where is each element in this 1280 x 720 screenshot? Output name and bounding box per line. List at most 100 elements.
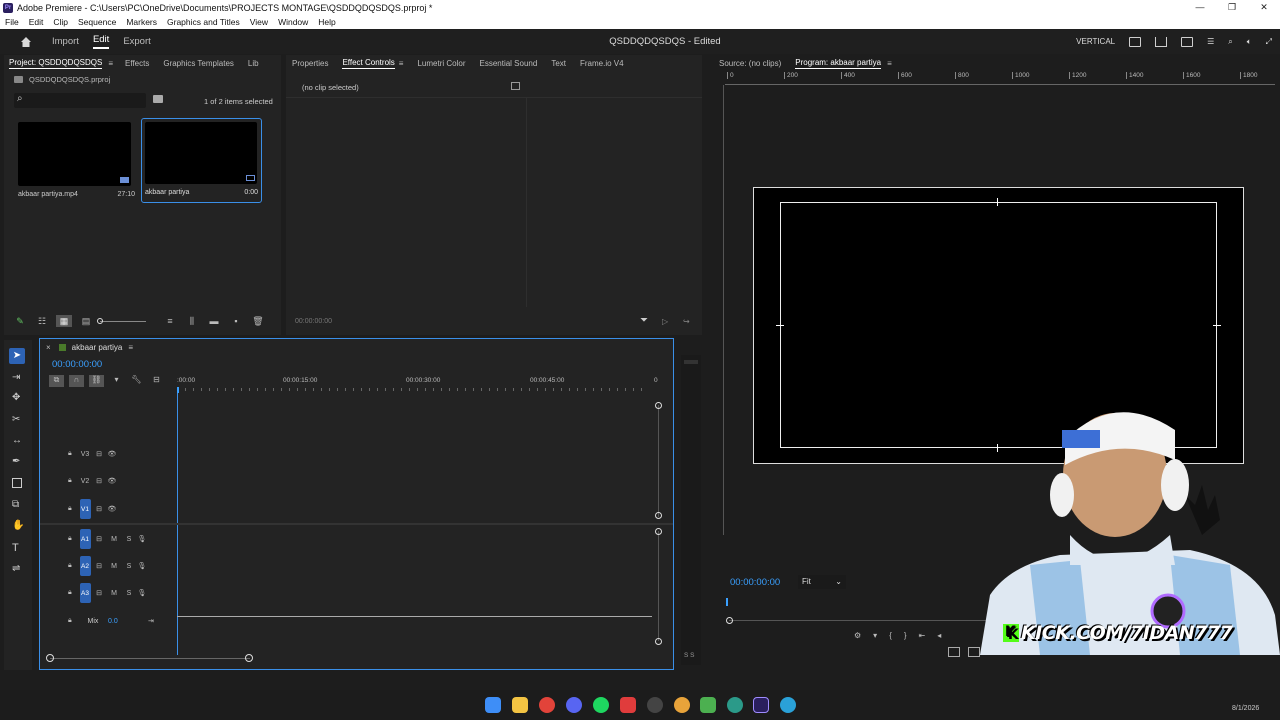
bin-icon[interactable]: ▬ xyxy=(206,315,222,327)
go-to-in-icon[interactable]: ⇤ xyxy=(919,631,926,640)
steam-icon[interactable] xyxy=(647,697,663,713)
app-icon[interactable] xyxy=(620,697,636,713)
eye-icon[interactable]: 👁︎ xyxy=(106,477,118,485)
list-view-icon[interactable]: ☷ xyxy=(34,315,50,327)
terminal-icon[interactable] xyxy=(700,697,716,713)
tab-import[interactable]: Import xyxy=(52,36,79,47)
mark-out-icon[interactable]: } xyxy=(904,631,907,640)
track-label[interactable]: A3 xyxy=(79,583,91,603)
sync-lock-icon[interactable]: ⊟ xyxy=(92,562,106,570)
track-select-tool-icon[interactable]: ⇥ xyxy=(12,372,20,383)
add-marker-icon[interactable]: ▾ xyxy=(109,375,124,387)
mic-icon[interactable]: 🎙︎ xyxy=(136,589,148,597)
fit-select[interactable]: Fit ⌄ xyxy=(798,575,846,589)
menu-window[interactable]: Window xyxy=(278,17,308,27)
lock-icon[interactable]: 🔒︎ xyxy=(68,535,78,543)
go-to-end-icon[interactable]: ⇥ xyxy=(148,617,154,625)
share-icon[interactable] xyxy=(1155,36,1168,47)
new-item-icon[interactable]: ▪ xyxy=(228,315,244,327)
captions-icon[interactable]: ⊟ xyxy=(149,375,164,387)
menu-view[interactable]: View xyxy=(250,17,268,27)
menu-lines-icon[interactable]: ☰ xyxy=(1207,37,1214,46)
eye-icon[interactable]: 👁︎ xyxy=(106,450,118,458)
tab-edit[interactable]: Edit xyxy=(92,34,110,49)
menu-sequence[interactable]: Sequence xyxy=(78,17,116,27)
wrench-icon[interactable]: 🔧︎ xyxy=(129,375,144,387)
fullscreen-icon[interactable]: ⤢ xyxy=(1266,37,1272,47)
track-label[interactable]: A1 xyxy=(79,529,91,549)
export-frame-icon[interactable] xyxy=(1181,36,1194,47)
transcript-tool-icon[interactable]: ⇌ xyxy=(12,563,20,574)
sequence-menu-icon[interactable]: ≡ xyxy=(128,343,133,352)
sync-lock-icon[interactable]: ⊟ xyxy=(92,505,106,513)
ripple-edit-tool-icon[interactable]: ✥ xyxy=(12,392,20,403)
sync-lock-icon[interactable]: ⊟ xyxy=(92,589,106,597)
linked-selection-icon[interactable]: ⛓ xyxy=(89,375,104,387)
sort-icon[interactable]: ≡ xyxy=(162,315,178,327)
mark-in-icon[interactable]: { xyxy=(889,631,892,640)
tab-graphics-templates[interactable]: Graphics Templates xyxy=(163,59,234,68)
tab-effect-controls[interactable]: Effect Controls xyxy=(342,58,395,69)
trash-icon[interactable]: 🗑︎ xyxy=(250,315,266,327)
snap-icon[interactable]: ∩ xyxy=(69,375,84,387)
solo-button[interactable]: S xyxy=(122,536,136,543)
panel-layout-icon[interactable] xyxy=(1129,36,1142,47)
browser-icon[interactable] xyxy=(674,697,690,713)
nest-icon[interactable]: ⧉ xyxy=(49,375,64,387)
lock-icon[interactable]: 🔒︎ xyxy=(68,450,78,458)
icon-view-icon[interactable]: ▦ xyxy=(56,315,72,327)
eye-icon[interactable]: 👁︎ xyxy=(106,505,118,513)
mic-icon[interactable]: 🎙︎ xyxy=(136,535,148,543)
play-audio-icon[interactable]: ▷ xyxy=(662,317,668,326)
tab-text[interactable]: Text xyxy=(551,59,566,68)
meter-solo-label[interactable]: S S xyxy=(684,652,694,659)
pencil-icon[interactable]: ✎ xyxy=(12,315,28,327)
menu-graphics[interactable]: Graphics and Titles xyxy=(167,17,240,27)
lock-icon[interactable]: 🔒︎ xyxy=(68,589,78,597)
tab-source[interactable]: Source: (no clips) xyxy=(719,59,781,68)
sync-lock-icon[interactable]: ⊟ xyxy=(92,450,106,458)
tab-libraries[interactable]: Lib xyxy=(248,59,259,68)
tab-properties[interactable]: Properties xyxy=(292,59,328,68)
type-tool-icon[interactable]: T xyxy=(12,542,19,554)
lock-icon[interactable]: 🔒︎ xyxy=(68,617,78,625)
premiere-taskbar-icon[interactable] xyxy=(753,697,769,713)
sync-lock-icon[interactable]: ⊟ xyxy=(92,477,106,485)
maximize-button[interactable]: ❐ xyxy=(1216,0,1248,15)
timeline-ruler[interactable]: :00:00 00:00:15:00 00:00:30:00 00:00:45:00 0 xyxy=(177,375,660,391)
program-menu-icon[interactable]: ≡ xyxy=(887,59,892,68)
safe-margins-icon[interactable] xyxy=(948,647,960,657)
mic-icon[interactable]: 🎙︎ xyxy=(136,562,148,570)
sequence-tab[interactable]: akbaar partiya xyxy=(72,343,123,352)
solo-button[interactable]: S xyxy=(122,590,136,597)
menu-help[interactable]: Help xyxy=(318,17,335,27)
lock-icon[interactable]: 🔒︎ xyxy=(68,562,78,570)
chrome-icon[interactable] xyxy=(539,697,555,713)
close-button[interactable]: ✕ xyxy=(1248,0,1280,15)
menu-markers[interactable]: Markers xyxy=(126,17,157,27)
timeline-zoom-bar[interactable] xyxy=(50,658,250,659)
hand-tool-icon[interactable]: ✋ xyxy=(12,520,24,531)
menu-file[interactable]: File xyxy=(5,17,19,27)
tab-project[interactable]: Project: QSDDQDQSDQS xyxy=(9,58,103,69)
selection-tool-icon[interactable]: ➤ xyxy=(9,348,25,364)
menu-clip[interactable]: Clip xyxy=(53,17,68,27)
solo-button[interactable]: S xyxy=(122,563,136,570)
spotify-icon[interactable] xyxy=(593,697,609,713)
lock-icon[interactable]: 🔒︎ xyxy=(68,477,78,485)
rectangle-tool-icon[interactable] xyxy=(12,478,22,488)
audio-scrollbar[interactable] xyxy=(658,531,659,641)
home-icon[interactable] xyxy=(20,36,32,48)
freeform-view-icon[interactable]: ▤ xyxy=(78,315,94,327)
marker-icon[interactable]: ▾ xyxy=(873,631,877,640)
windows-start-icon[interactable] xyxy=(485,697,501,713)
razor-tool-icon[interactable]: ✂ xyxy=(12,414,20,425)
search-icon[interactable]: ⌕ xyxy=(1228,37,1232,47)
tab-export[interactable]: Export xyxy=(123,36,150,47)
mute-button[interactable]: M xyxy=(106,590,122,597)
search-input[interactable]: ⌕ xyxy=(14,93,146,108)
export-icon[interactable]: ↪ xyxy=(683,317,690,326)
minimize-button[interactable]: — xyxy=(1184,0,1216,15)
tab-effects[interactable]: Effects xyxy=(125,59,149,68)
timeline-timecode[interactable]: 00:00:00:00 xyxy=(52,359,102,370)
